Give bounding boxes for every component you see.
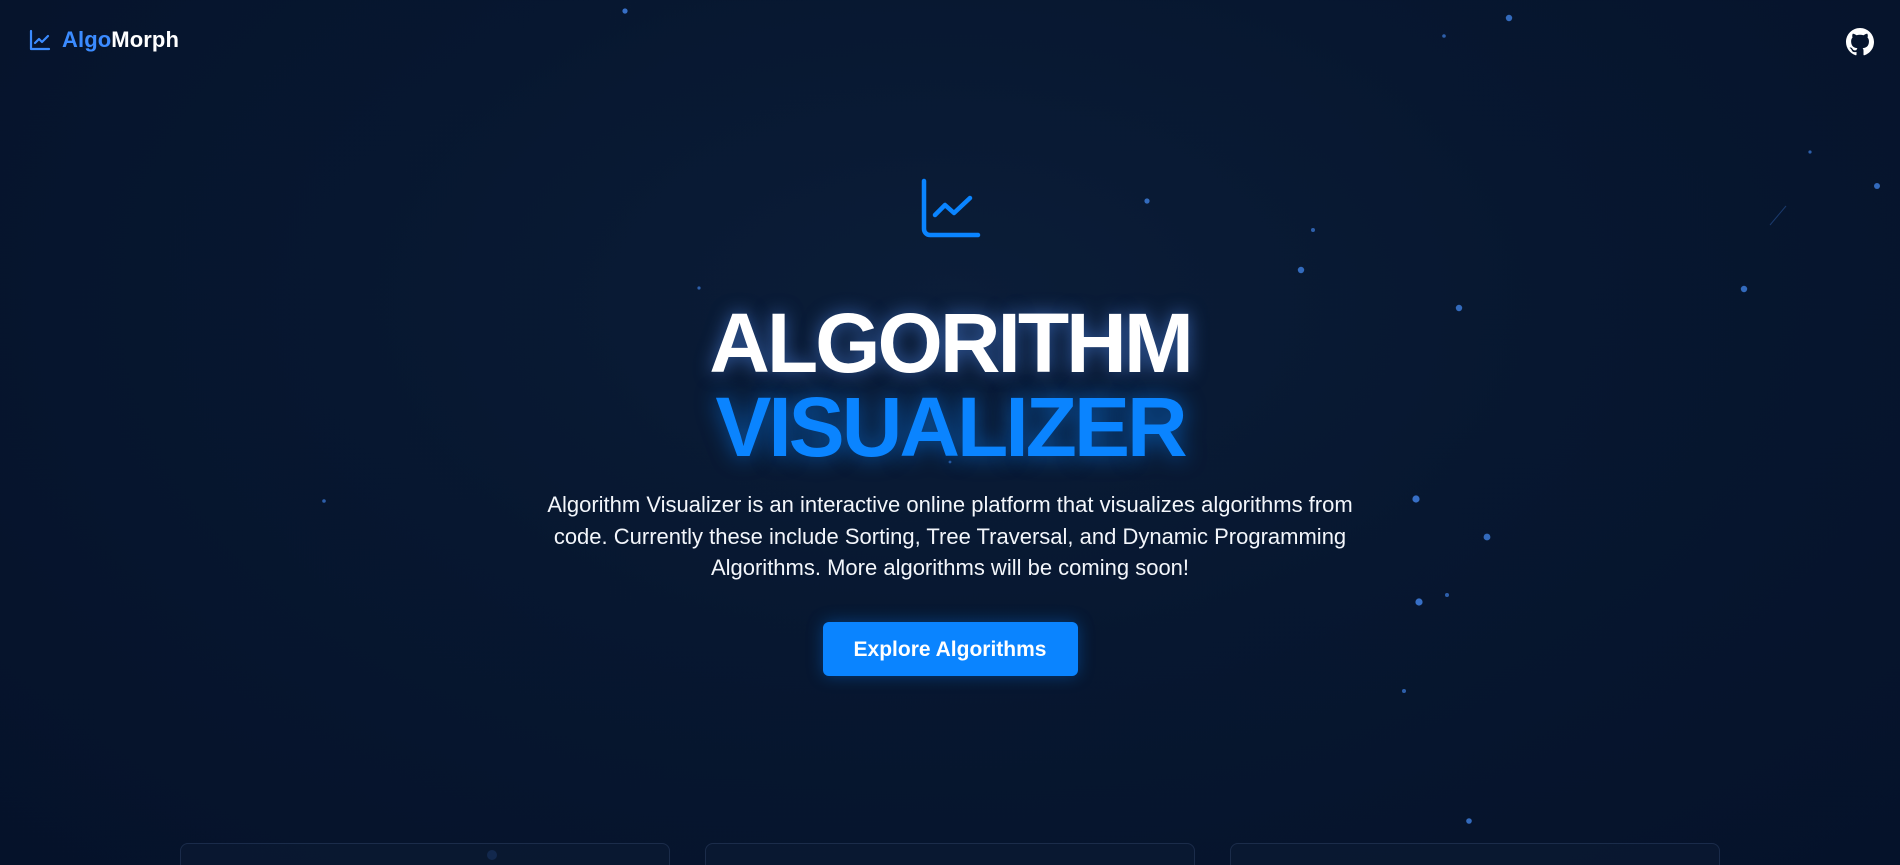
algorithm-card[interactable]: [705, 843, 1195, 865]
site-header: AlgoMorph: [0, 0, 1900, 84]
hero-description: Algorithm Visualizer is an interactive o…: [547, 492, 1353, 580]
explore-algorithms-button[interactable]: Explore Algorithms: [822, 621, 1078, 676]
brand-name-part-morph: Morph: [111, 27, 179, 52]
brand-logo-link[interactable]: AlgoMorph: [28, 27, 179, 53]
chart-line-icon: [29, 29, 51, 51]
hero-title-line-2: VISUALIZER: [715, 380, 1187, 474]
brand-name-part-algo: Algo: [62, 27, 112, 52]
chart-line-icon: [921, 178, 981, 238]
hero-section: ALGORITHM VISUALIZER Algorithm Visualize…: [0, 175, 1900, 676]
github-link[interactable]: [1846, 28, 1874, 56]
algorithm-card[interactable]: [180, 843, 670, 865]
algorithm-card[interactable]: [1230, 843, 1720, 865]
brand-name: AlgoMorph: [62, 27, 179, 53]
algorithm-cards-row: [180, 843, 1720, 865]
hero-title-line-1: ALGORITHM: [709, 296, 1194, 390]
github-icon: [1846, 28, 1874, 56]
